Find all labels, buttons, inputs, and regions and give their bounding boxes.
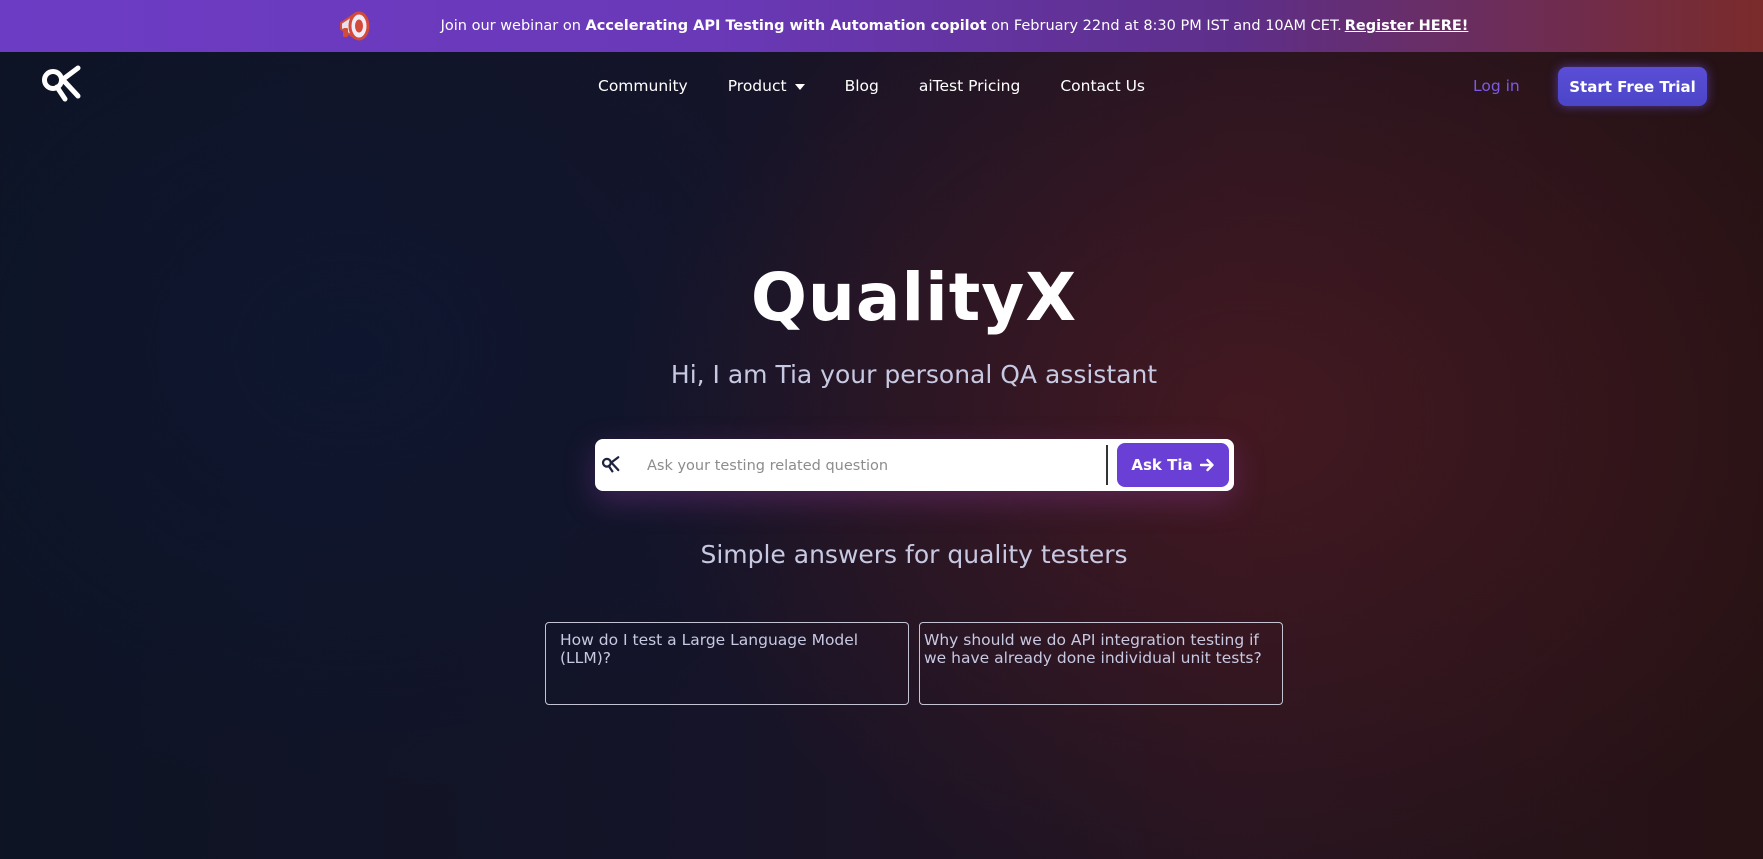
input-caret-divider xyxy=(1106,445,1108,485)
nav-item-label: Product xyxy=(727,77,787,95)
suggested-question-card[interactable]: How do I test a Large Language Model (LL… xyxy=(545,622,909,705)
nav-links: Community Product Blog aiTest Pricing Co… xyxy=(598,77,1145,95)
hero-subtitle: Hi, I am Tia your personal QA assistant xyxy=(670,360,1158,389)
top-navigation: Community Product Blog aiTest Pricing Co… xyxy=(0,52,1763,122)
nav-item-label: Community xyxy=(598,77,688,95)
suggested-question-card[interactable]: Why should we do API integration testing… xyxy=(919,622,1283,705)
megaphone-icon xyxy=(339,11,370,41)
suggested-questions: How do I test a Large Language Model (LL… xyxy=(545,622,1283,705)
nav-item-label: Blog xyxy=(844,77,879,95)
qualityx-logo-icon[interactable] xyxy=(40,65,84,105)
login-link[interactable]: Log in xyxy=(1473,77,1520,95)
nav-item-label: Contact Us xyxy=(1060,77,1145,95)
nav-item-product[interactable]: Product xyxy=(728,77,805,95)
banner-prefix: Join our webinar on xyxy=(440,18,586,34)
nav-item-aitest-pricing[interactable]: aiTest Pricing xyxy=(919,77,1021,95)
qualityx-logo-small-icon xyxy=(601,456,620,473)
banner-suffix: on February 22nd at 8:30 PM IST and 10AM… xyxy=(986,18,1342,34)
announcement-banner: Join our webinar on Accelerating API Tes… xyxy=(0,0,1763,52)
start-free-trial-button[interactable]: Start Free Trial xyxy=(1558,67,1707,106)
ask-box: Ask Tia xyxy=(595,439,1234,491)
banner-highlight: Accelerating API Testing with Automation… xyxy=(585,18,987,34)
nav-item-blog[interactable]: Blog xyxy=(845,77,879,95)
ask-tia-button[interactable]: Ask Tia xyxy=(1117,443,1229,487)
nav-item-community[interactable]: Community xyxy=(598,77,688,95)
banner-text: Join our webinar on Accelerating API Tes… xyxy=(441,18,1469,34)
caret-down-icon xyxy=(794,84,805,90)
arrow-right-icon xyxy=(1199,458,1214,472)
nav-item-contact-us[interactable]: Contact Us xyxy=(1060,77,1145,95)
banner-content: Join our webinar on Accelerating API Tes… xyxy=(335,6,1469,46)
question-input[interactable] xyxy=(645,447,1049,485)
register-link[interactable]: Register HERE! xyxy=(1345,18,1469,34)
ask-tia-label: Ask Tia xyxy=(1131,456,1193,474)
answers-heading: Simple answers for quality testers xyxy=(700,540,1128,569)
page-title: QualityX xyxy=(750,259,1078,336)
nav-item-label: aiTest Pricing xyxy=(918,77,1021,95)
